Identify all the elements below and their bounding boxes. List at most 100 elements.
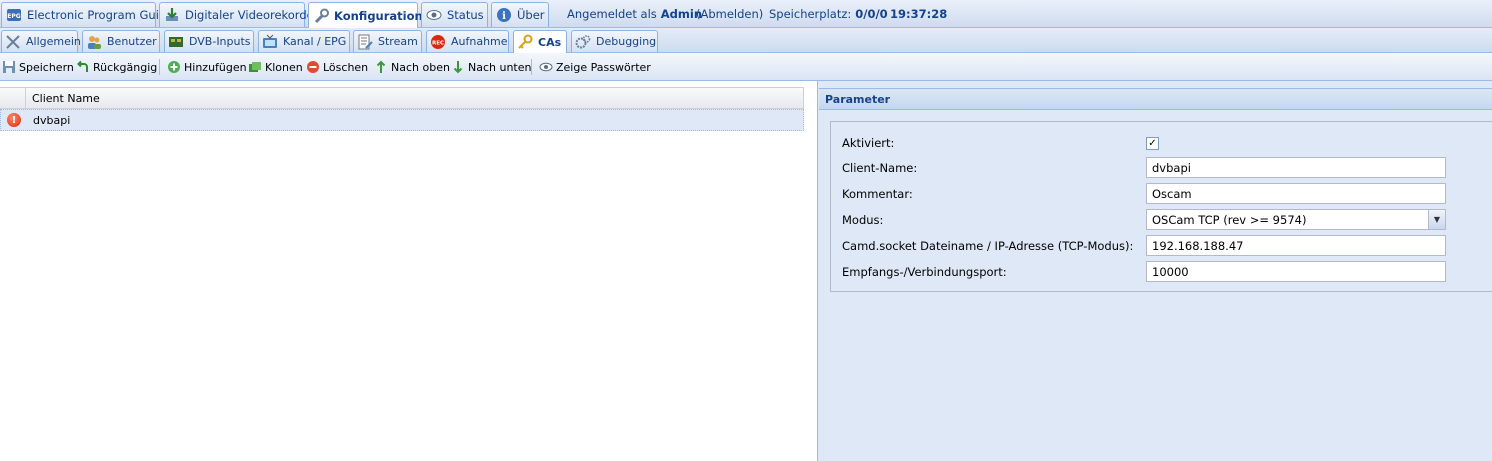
tab-cas[interactable]: CAs: [513, 30, 567, 53]
svg-text:EPG: EPG: [7, 13, 20, 20]
tab-status[interactable]: Status: [421, 2, 488, 27]
tab-epg[interactable]: EPG Electronic Program Guide: [1, 2, 173, 27]
arrow-down-icon: [451, 60, 465, 74]
tab-ueber[interactable]: i Über: [491, 2, 549, 27]
tab-aufnahme[interactable]: REC Aufnahme: [426, 30, 509, 52]
tab-konfiguration[interactable]: Konfiguration: [308, 2, 423, 28]
logged-in-status: Angemeldet als Admin: [567, 0, 702, 28]
save-icon: [2, 60, 16, 74]
delete-button[interactable]: Löschen: [306, 57, 368, 77]
undo-icon: [76, 60, 90, 74]
logged-in-prefix: Angemeldet als: [567, 7, 657, 21]
clone-icon: [248, 60, 262, 74]
comment-label: Kommentar:: [842, 187, 913, 201]
clock: 19:37:28: [890, 7, 948, 21]
enabled-checkbox[interactable]: ✓: [1146, 137, 1159, 150]
chevron-down-icon[interactable]: ▼: [1428, 210, 1445, 229]
move-up-label: Nach oben: [391, 60, 450, 74]
tab-label: Aufnahme: [451, 35, 508, 48]
tab-stream[interactable]: Stream: [353, 30, 422, 52]
clone-button[interactable]: Klonen: [248, 57, 303, 77]
tab-label: Über: [517, 8, 545, 22]
status-column-header: [0, 88, 26, 108]
tab-label: Status: [447, 8, 484, 22]
mode-select[interactable]: OSCam TCP (rev >= 9574) ▼: [1146, 209, 1446, 230]
save-button[interactable]: Speichern: [2, 57, 74, 77]
logout-label: (Abmelden): [696, 7, 764, 21]
download-icon: [164, 7, 180, 23]
parameter-panel: Parameter Aktiviert: ✓ Client-Name: dvba…: [819, 81, 1492, 461]
client-name-column-header[interactable]: Client Name: [26, 88, 803, 108]
storage-status: Speicherplatz: 0/0/0: [769, 0, 888, 28]
move-down-button[interactable]: Nach unten: [451, 57, 531, 77]
toolbar-separator: [159, 59, 160, 75]
tab-benutzer[interactable]: Benutzer: [82, 30, 160, 52]
mode-label: Modus:: [842, 213, 884, 227]
tab-label: Electronic Program Guide: [27, 8, 174, 22]
tab-kanal-epg[interactable]: Kanal / EPG: [258, 30, 350, 52]
tab-label: Kanal / EPG: [283, 35, 347, 48]
mode-value: OSCam TCP (rev >= 9574): [1152, 213, 1307, 227]
undo-label: Rückgängig: [93, 60, 158, 74]
tab-label: Stream: [378, 35, 418, 48]
undo-button[interactable]: Rückgängig: [76, 57, 157, 77]
camd-socket-label: Camd.socket Dateiname / IP-Adresse (TCP-…: [842, 239, 1134, 253]
tab-dvb-inputs[interactable]: DVB-Inputs: [164, 30, 254, 52]
move-down-label: Nach unten: [468, 60, 532, 74]
add-icon: [167, 60, 181, 74]
key-icon: [517, 34, 533, 50]
tools-icon: [5, 34, 21, 50]
tab-label: Digitaler Videorekorder: [185, 8, 319, 22]
stream-icon: [357, 34, 373, 50]
comment-field[interactable]: Oscam: [1146, 183, 1446, 204]
tab-allgemein[interactable]: Allgemein: [1, 30, 81, 52]
eye-icon: [539, 60, 553, 74]
tab-label: Debugging: [596, 35, 657, 48]
show-passwords-label: Zeige Passwörter: [556, 60, 651, 74]
toolbar-separator: [531, 59, 532, 75]
card-icon: [168, 34, 184, 50]
camd-socket-field[interactable]: 192.168.188.47: [1146, 235, 1446, 256]
table-row[interactable]: ! dvbapi: [0, 109, 804, 131]
panel-title: Parameter: [819, 88, 1492, 110]
config-tab-bar: Allgemein Benutzer DVB-Inputs Kanal / EP…: [0, 28, 1492, 53]
storage-value: 0/0/0: [855, 7, 888, 21]
arrow-up-icon: [374, 60, 388, 74]
ca-client-grid: Client Name ! dvbapi: [0, 81, 818, 461]
tab-debugging[interactable]: Debugging: [571, 30, 658, 52]
tab-label: DVB-Inputs: [189, 35, 251, 48]
add-button[interactable]: Hinzufügen: [167, 57, 247, 77]
grid-header: Client Name: [0, 87, 804, 109]
tab-label: CAs: [538, 35, 562, 49]
parameter-fieldset: Aktiviert: ✓ Client-Name: dvbapi Komment…: [830, 121, 1492, 292]
add-label: Hinzufügen: [184, 60, 247, 74]
client-name-cell: dvbapi: [33, 113, 71, 127]
epg-icon: EPG: [6, 7, 22, 23]
client-name-field[interactable]: dvbapi: [1146, 157, 1446, 178]
port-field[interactable]: 10000: [1146, 261, 1446, 282]
delete-label: Löschen: [323, 60, 369, 74]
enabled-label: Aktiviert:: [842, 136, 895, 150]
tab-label: Konfiguration: [334, 8, 423, 23]
tab-dvr[interactable]: Digitaler Videorekorder: [159, 2, 318, 27]
port-label: Empfangs-/Verbindungsport:: [842, 265, 1007, 279]
save-label: Speichern: [19, 60, 74, 74]
gears-icon: [575, 34, 591, 50]
wrench-icon: [313, 8, 329, 24]
svg-text:REC: REC: [432, 40, 444, 46]
logout-link[interactable]: (Abmelden): [696, 0, 763, 28]
show-passwords-button[interactable]: Zeige Passwörter: [539, 57, 651, 77]
status-cell: !: [1, 113, 27, 127]
toolbar: Speichern Rückgängig Hinzufügen Klonen L…: [0, 53, 1492, 81]
users-icon: [86, 34, 102, 50]
delete-icon: [306, 60, 320, 74]
storage-prefix: Speicherplatz:: [769, 7, 852, 21]
main-tab-bar: EPG Electronic Program Guide Digitaler V…: [0, 0, 1492, 28]
client-name-label: Client-Name:: [842, 161, 918, 175]
clone-label: Klonen: [265, 60, 303, 74]
tab-label: Benutzer: [107, 35, 157, 48]
rec-icon: REC: [430, 34, 446, 50]
move-up-button[interactable]: Nach oben: [374, 57, 450, 77]
tab-label: Allgemein: [26, 35, 81, 48]
info-icon: i: [496, 7, 512, 23]
